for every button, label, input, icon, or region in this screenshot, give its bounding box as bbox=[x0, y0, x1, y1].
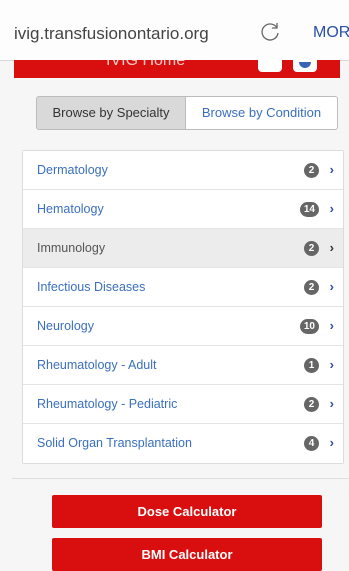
chevron-right-icon: › bbox=[329, 279, 334, 294]
chevron-right-icon: › bbox=[329, 162, 334, 177]
list-item[interactable]: Solid Organ Transplantation 4 › bbox=[23, 424, 343, 463]
chevron-right-icon: › bbox=[329, 435, 334, 450]
list-item[interactable]: Neurology 10 › bbox=[23, 307, 343, 346]
specialty-label: Neurology bbox=[37, 319, 94, 333]
specialty-list: Dermatology 2 › Hematology 14 › Immunology 2 › In… bbox=[22, 150, 344, 464]
list-item[interactable]: Immunology 2 › bbox=[23, 229, 343, 268]
list-item[interactable]: Rheumatology - Pediatric 2 › bbox=[23, 385, 343, 424]
count-badge: 14 bbox=[299, 202, 319, 217]
more-menu[interactable]: MORE bbox=[313, 24, 349, 42]
list-item[interactable]: Infectious Diseases 2 › bbox=[23, 268, 343, 307]
count-badge: 2 bbox=[304, 397, 319, 412]
chevron-right-icon: › bbox=[329, 396, 334, 411]
count-badge: 2 bbox=[304, 241, 319, 256]
specialty-label: Hematology bbox=[37, 202, 104, 216]
list-item[interactable]: Hematology 14 › bbox=[23, 190, 343, 229]
count-badge: 2 bbox=[304, 163, 319, 178]
header-button[interactable] bbox=[258, 60, 282, 72]
page-title: IVIG Home bbox=[106, 60, 186, 69]
count-badge: 10 bbox=[299, 319, 319, 334]
tab-browse-by-condition[interactable]: Browse by Condition bbox=[186, 96, 338, 130]
specialty-label: Rheumatology - Pediatric bbox=[37, 397, 178, 411]
bmi-calculator-button[interactable]: BMI Calculator bbox=[52, 538, 322, 571]
browser-url-bar: ivig.transfusionontario.org MORE bbox=[0, 0, 349, 61]
site-header: IVIG Home bbox=[14, 60, 340, 78]
count-badge: 4 bbox=[304, 436, 319, 451]
specialty-label: Dermatology bbox=[37, 163, 108, 177]
chevron-right-icon: › bbox=[329, 318, 334, 333]
chevron-right-icon: › bbox=[329, 357, 334, 372]
specialty-label: Rheumatology - Adult bbox=[37, 358, 157, 372]
dose-calculator-button[interactable]: Dose Calculator bbox=[52, 495, 322, 528]
chevron-right-icon: › bbox=[329, 240, 334, 255]
specialty-label: Infectious Diseases bbox=[37, 280, 146, 294]
count-badge: 2 bbox=[304, 280, 319, 295]
count-badge: 1 bbox=[304, 358, 319, 373]
specialty-label: Immunology bbox=[37, 241, 106, 255]
reload-icon[interactable] bbox=[258, 20, 282, 44]
specialty-label: Solid Organ Transplantation bbox=[37, 436, 192, 450]
tab-browse-by-specialty[interactable]: Browse by Specialty bbox=[36, 96, 186, 130]
user-icon[interactable] bbox=[293, 60, 317, 72]
divider bbox=[12, 478, 349, 479]
chevron-right-icon: › bbox=[329, 201, 334, 216]
url-field[interactable]: ivig.transfusionontario.org bbox=[14, 24, 209, 44]
list-item[interactable]: Rheumatology - Adult 1 › bbox=[23, 346, 343, 385]
list-item[interactable]: Dermatology 2 › bbox=[23, 151, 343, 190]
